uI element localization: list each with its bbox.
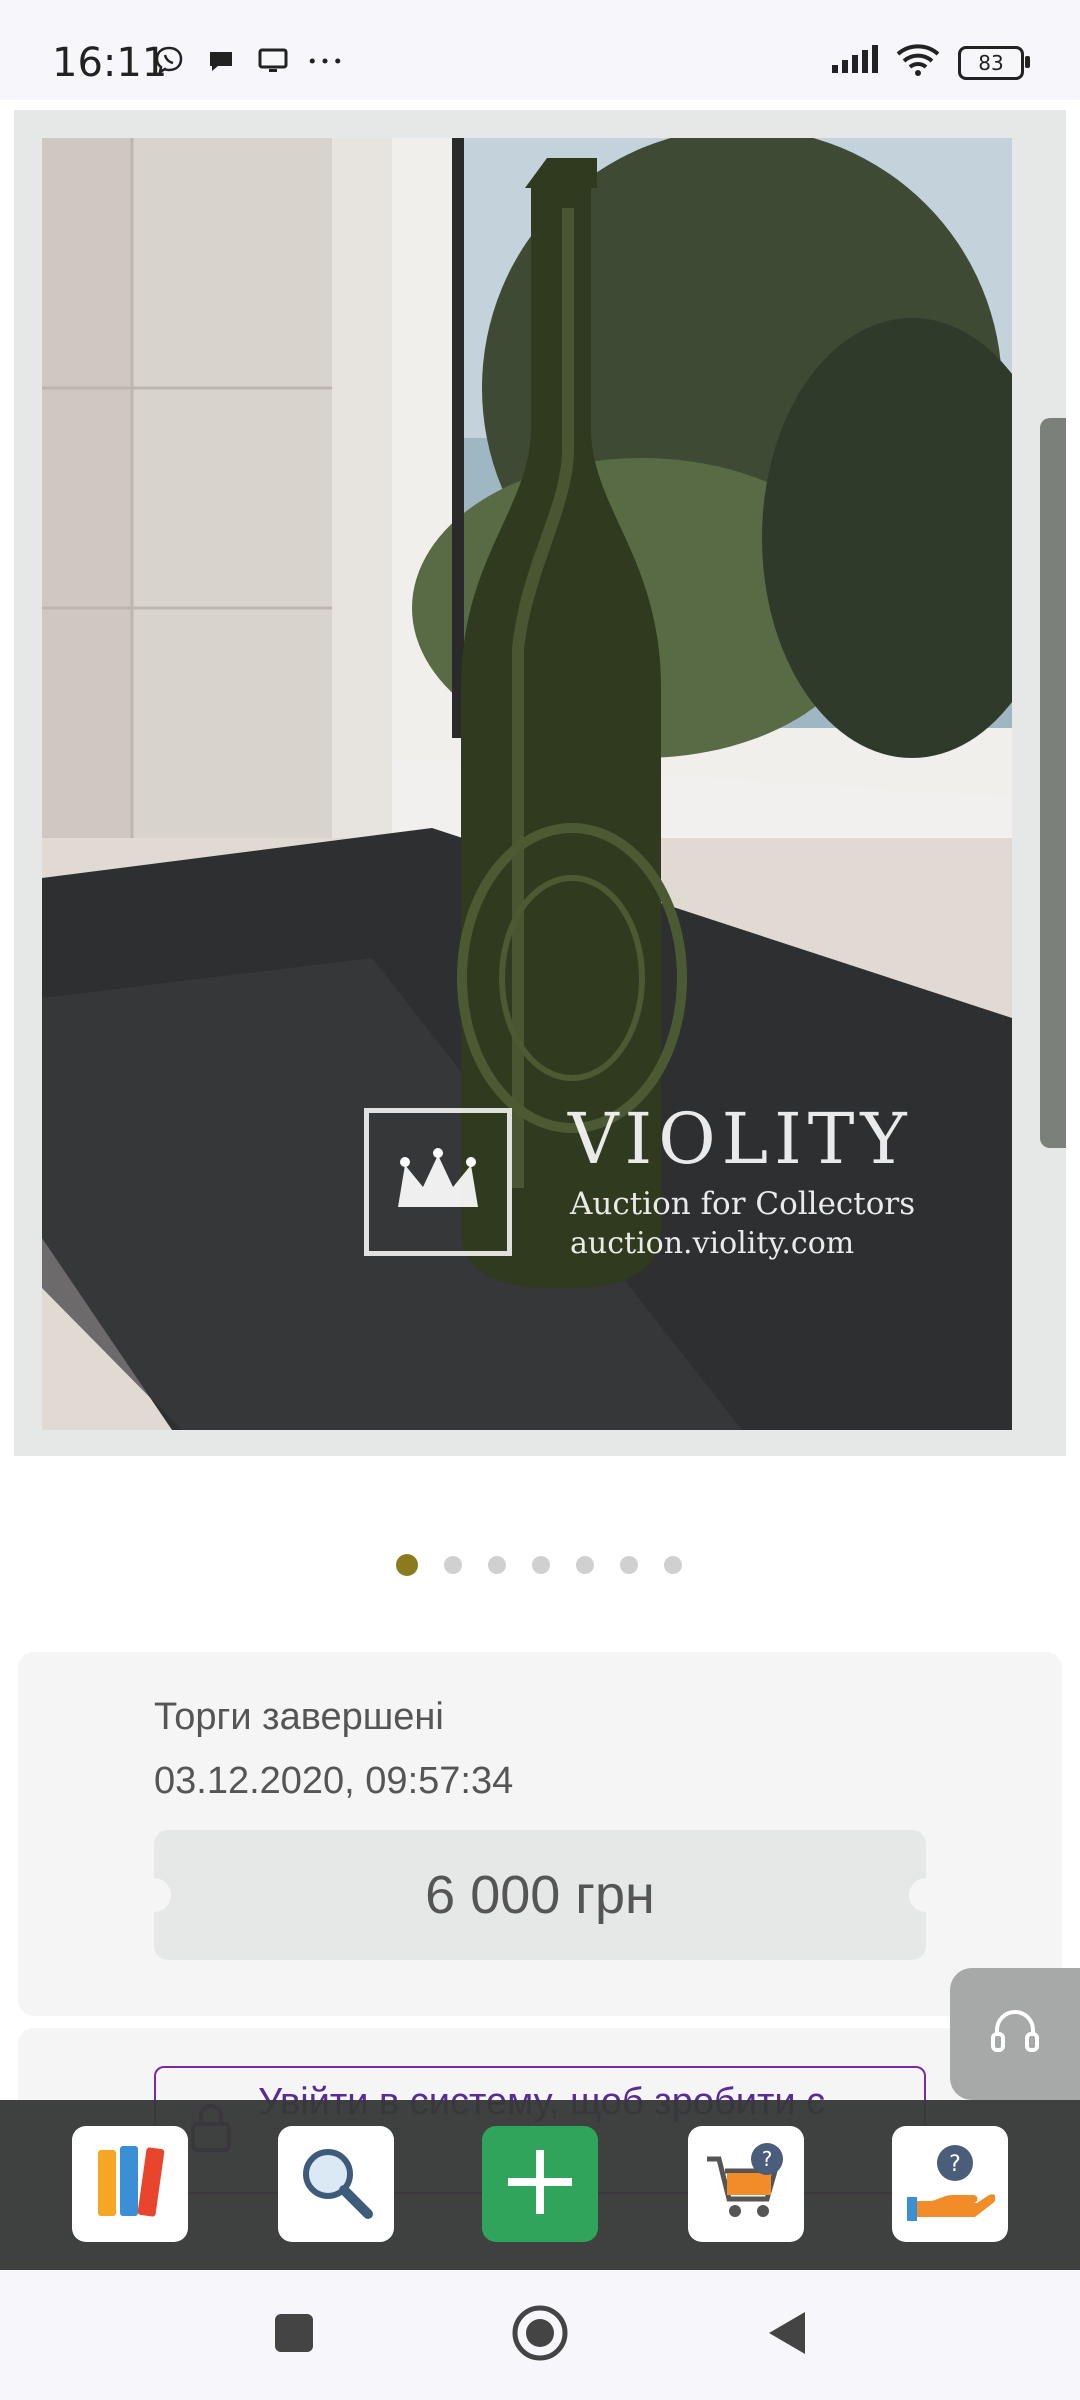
violity-logo <box>364 1108 512 1256</box>
watermark-tagline: Auction for Collectors <box>570 1186 916 1222</box>
chat-icon <box>204 44 238 78</box>
battery-icon: 83 <box>958 45 1030 80</box>
square-icon <box>273 2312 315 2359</box>
svg-text:?: ? <box>762 2147 773 2171</box>
status-bar: 16:11 83 <box>0 0 1080 100</box>
help-hand-icon: ? <box>905 2139 996 2230</box>
pagination-dot[interactable] <box>444 1556 462 1574</box>
final-price: 6 000 грн <box>425 1865 655 1925</box>
pagination-dot[interactable] <box>532 1556 550 1574</box>
help-button[interactable]: ? <box>892 2126 1008 2242</box>
pagination-dot[interactable] <box>620 1556 638 1574</box>
pagination-dot[interactable] <box>664 1556 682 1574</box>
gallery-pagination[interactable] <box>396 1554 682 1576</box>
cart-help-button[interactable]: ? <box>688 2126 804 2242</box>
more-icon <box>308 44 342 78</box>
recents-button[interactable] <box>264 2305 324 2365</box>
lot-photo[interactable] <box>42 138 1012 1430</box>
circle-home-icon <box>510 2303 570 2368</box>
catalog-button[interactable] <box>72 2126 188 2242</box>
add-lot-button[interactable] <box>482 2126 598 2242</box>
search-button[interactable] <box>278 2126 394 2242</box>
support-button[interactable] <box>950 1968 1080 2100</box>
auction-end-date: 03.12.2020, 09:57:34 <box>154 1760 514 1802</box>
battery-level: 83 <box>978 50 1004 75</box>
monitor-icon <box>256 44 290 78</box>
watermark-url: auction.violity.com <box>570 1226 855 1261</box>
system-indicators: 83 <box>830 44 1030 81</box>
home-button[interactable] <box>510 2305 570 2365</box>
pagination-dot[interactable] <box>396 1554 418 1576</box>
pagination-dot[interactable] <box>488 1556 506 1574</box>
viber-icon <box>152 44 186 78</box>
watermark-brand: VIOLITY <box>568 1098 913 1180</box>
next-photo-preview[interactable] <box>1040 418 1066 1148</box>
auction-status: Торги завершені <box>154 1696 444 1738</box>
wifi-icon <box>896 44 940 81</box>
search-icon <box>294 2140 378 2229</box>
status-time: 16:11 <box>52 40 168 86</box>
triangle-back-icon <box>763 2308 809 2363</box>
back-button[interactable] <box>756 2305 816 2365</box>
final-price-box: 6 000 грн <box>137 1830 943 1960</box>
add-icon <box>504 2146 576 2223</box>
pagination-dot[interactable] <box>576 1556 594 1574</box>
headset-icon <box>987 2004 1043 2065</box>
catalog-icon <box>90 2140 170 2229</box>
signal-icon <box>830 45 878 80</box>
notification-icons <box>152 44 342 78</box>
cart-help-icon: ? <box>701 2139 791 2230</box>
svg-text:?: ? <box>949 2152 961 2177</box>
